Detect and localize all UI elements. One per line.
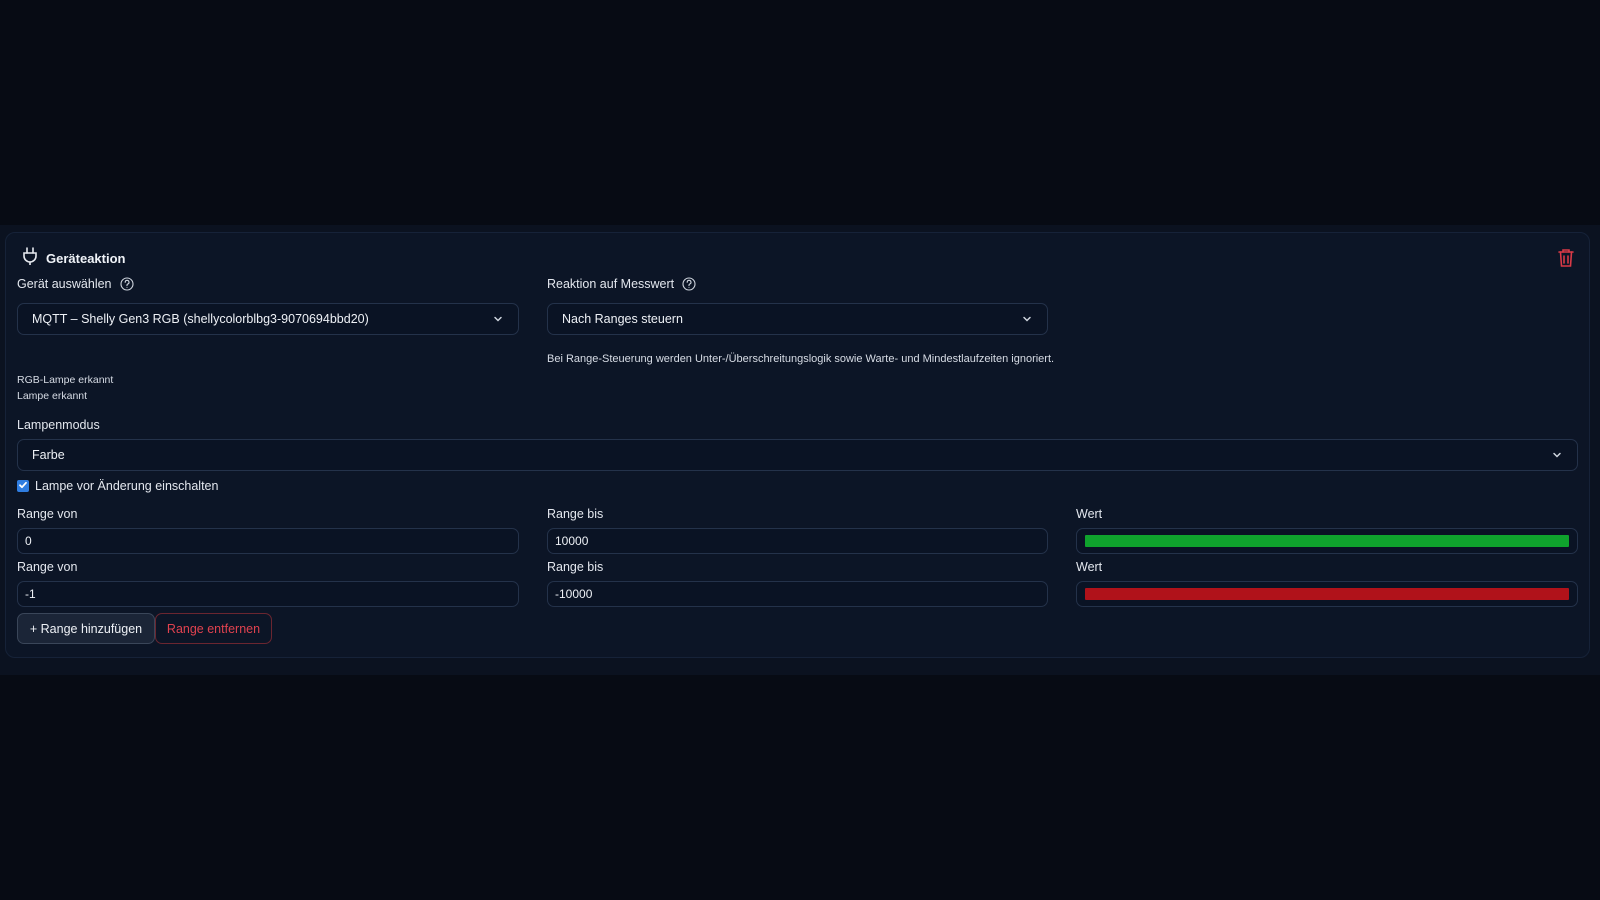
add-range-button[interactable]: + Range hinzufügen xyxy=(17,613,155,644)
range-from-label: Range von xyxy=(17,507,78,521)
reaction-select[interactable]: Nach Ranges steuern xyxy=(547,303,1048,335)
help-icon[interactable] xyxy=(682,277,696,291)
range-to-label: Range bis xyxy=(547,560,604,574)
color-swatch xyxy=(1085,535,1569,547)
chevron-down-icon xyxy=(492,313,504,325)
range-from-label: Range von xyxy=(17,560,78,574)
chevron-down-icon xyxy=(1551,449,1563,461)
remove-range-button[interactable]: Range entfernen xyxy=(155,613,272,644)
reaction-label: Reaktion auf Messwert xyxy=(547,277,696,291)
plug-icon xyxy=(22,247,38,270)
check-icon xyxy=(18,479,28,493)
lamp-mode-value: Farbe xyxy=(32,448,65,462)
rgb-lamp-detected: RGB-Lampe erkannt xyxy=(17,374,114,386)
color-swatch xyxy=(1085,588,1569,600)
range-to-input[interactable]: 10000 xyxy=(547,528,1048,554)
color-picker[interactable] xyxy=(1076,528,1578,554)
lamp-detected: Lampe erkannt xyxy=(17,390,88,402)
range-from-input[interactable]: 0 xyxy=(17,528,519,554)
value-label: Wert xyxy=(1076,560,1103,574)
range-to-label: Range bis xyxy=(547,507,604,521)
reaction-select-value: Nach Ranges steuern xyxy=(562,312,683,326)
range-from-input[interactable]: -1 xyxy=(17,581,519,607)
card-title: Geräteaktion xyxy=(46,251,126,266)
delete-action-button[interactable] xyxy=(1555,247,1577,269)
lamp-mode-select[interactable]: Farbe xyxy=(17,439,1578,471)
range-control-note: Bei Range-Steuerung werden Unter-/Übersc… xyxy=(547,353,1055,365)
value-label: Wert xyxy=(1076,507,1103,521)
range-to-input[interactable]: -10000 xyxy=(547,581,1048,607)
turn-on-before-change: Lampe vor Änderung einschalten xyxy=(17,479,218,493)
device-select[interactable]: MQTT – Shelly Gen3 RGB (shellycolorblbg3… xyxy=(17,303,519,335)
help-icon[interactable] xyxy=(119,277,134,291)
turn-on-checkbox[interactable] xyxy=(17,480,29,492)
card-header: Geräteaktion xyxy=(22,247,125,270)
device-select-value: MQTT – Shelly Gen3 RGB (shellycolorblbg3… xyxy=(32,312,369,326)
turn-on-label: Lampe vor Änderung einschalten xyxy=(35,479,219,493)
lamp-mode-label: Lampenmodus xyxy=(17,418,100,432)
trash-icon xyxy=(1555,249,1577,273)
device-label: Gerät auswählen xyxy=(17,277,134,291)
color-picker[interactable] xyxy=(1076,581,1578,607)
chevron-down-icon xyxy=(1021,313,1033,325)
